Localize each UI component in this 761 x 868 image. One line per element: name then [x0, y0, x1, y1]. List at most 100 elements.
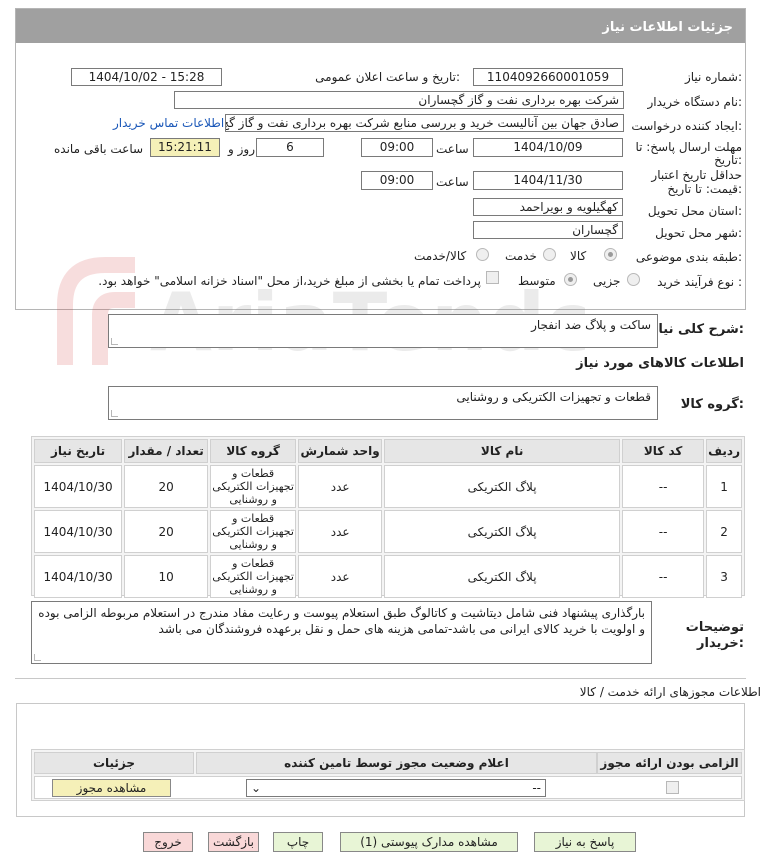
treasury-payment-note: پرداخت تمام یا بخشی از مبلغ خرید،از محل … [98, 274, 481, 288]
days-label: روز و [228, 142, 255, 156]
cell-date: 1404/10/30 [34, 510, 123, 553]
cell-row: 1 [706, 465, 742, 508]
cell-group: قطعات و تجهیزات الکتریکی و روشنایی [210, 465, 297, 508]
city-field: گچساران [473, 221, 623, 239]
category-both-radio[interactable] [476, 248, 489, 261]
cell-qty: 20 [124, 510, 209, 553]
category-service-label: خدمت [505, 249, 537, 263]
cell-name: پلاگ الکتریکی [384, 555, 621, 598]
buyer-org-field: شرکت بهره برداری نفت و گاز گچساران [174, 91, 624, 109]
permits-col-status: اعلام وضعیت مجوز توسط تامین کننده [196, 752, 597, 774]
goods-section-title: اطلاعات کالاهای مورد نیاز [576, 356, 744, 371]
col-code: کد کالا [622, 439, 705, 463]
permits-title: اطلاعات مجوزهای ارائه خدمت / کالا [579, 685, 761, 699]
purchase-small-radio[interactable] [627, 273, 640, 286]
deadline-date-field: 1404/10/09 [473, 138, 623, 157]
print-button[interactable]: چاپ [273, 832, 323, 852]
cell-qty: 20 [124, 465, 209, 508]
cell-row: 3 [706, 555, 742, 598]
validity-time-label: ساعت [436, 175, 469, 189]
city-label: شهر محل تحویل: [655, 226, 742, 240]
items-table: ردیف کد کالا نام کالا واحد شمارش گروه کا… [32, 437, 744, 600]
need-number-label: شماره نیاز: [684, 70, 742, 84]
requester-field: صادق جهان بین آنالیست خرید و بررسی منابع… [225, 114, 624, 132]
buyer-org-label: نام دستگاه خریدار: [647, 95, 743, 109]
announce-field: 1404/10/02 - 15:28 [71, 68, 222, 86]
reply-button[interactable]: پاسخ به نیاز [534, 832, 636, 852]
panel-header: جزئیات اطلاعات نیاز [16, 9, 745, 43]
table-row: 2 -- پلاگ الکتریکی عدد قطعات و تجهیزات ا… [34, 510, 742, 553]
col-group: گروه کالا [210, 439, 297, 463]
table-row: 1 -- پلاگ الکتریکی عدد قطعات و تجهیزات ا… [34, 465, 742, 508]
deadline-time-label: ساعت [436, 142, 469, 156]
category-goods-radio[interactable] [604, 248, 617, 261]
cell-unit: عدد [298, 510, 383, 553]
buyer-notes-label: توضیحات [685, 620, 744, 635]
purchase-medium-label: متوسط [518, 274, 556, 288]
days-remaining-field: 6 [256, 138, 324, 157]
view-permit-button[interactable]: مشاهده مجوز [52, 779, 171, 797]
summary-field: ساکت و پلاگ ضد انفجار [108, 314, 658, 348]
cell-group: قطعات و تجهیزات الکتریکی و روشنایی [210, 555, 297, 598]
col-date: تاریخ نیاز [34, 439, 123, 463]
category-both-label: کالا/خدمت [414, 249, 467, 263]
purchase-medium-radio[interactable] [564, 273, 577, 286]
cell-code: -- [622, 510, 705, 553]
buyer-notes-label-2: خریدار: [697, 636, 744, 651]
col-name: نام کالا [384, 439, 621, 463]
deadline-label-2: تاریخ: [714, 153, 742, 167]
cell-code: -- [622, 465, 705, 508]
goods-group-text: قطعات و تجهیزات الکتریکی و روشنایی [456, 390, 651, 404]
deadline-label: مهلت ارسال پاسخ: تا [635, 140, 742, 154]
validity-label-2: قیمت: تا تاریخ: [667, 182, 742, 196]
cell-group: قطعات و تجهیزات الکتریکی و روشنایی [210, 510, 297, 553]
cell-date: 1404/10/30 [34, 555, 123, 598]
category-service-radio[interactable] [543, 248, 556, 261]
cell-row: 2 [706, 510, 742, 553]
cell-unit: عدد [298, 465, 383, 508]
buyer-notes-field: بارگذاری پیشنهاد فنی شامل دیتاشیت و کاتا… [31, 601, 652, 664]
permits-col-details: جزئیات [34, 752, 194, 774]
summary-label: شرح کلی نیاز: [650, 322, 744, 337]
cell-date: 1404/10/30 [34, 465, 123, 508]
cell-name: پلاگ الکتریکی [384, 465, 621, 508]
cell-unit: عدد [298, 555, 383, 598]
col-qty: تعداد / مقدار [124, 439, 209, 463]
validity-date-field: 1404/11/30 [473, 171, 623, 190]
purchase-type-label: نوع فرآیند خرید : [657, 275, 742, 289]
province-field: کهگیلویه و بویراحمد [473, 198, 623, 216]
back-button[interactable]: بازگشت [208, 832, 259, 852]
attachments-button[interactable]: مشاهده مدارک پیوستی (1) [340, 832, 518, 852]
province-label: استان محل تحویل: [647, 204, 742, 218]
validity-time-field: 09:00 [361, 171, 433, 190]
permit-status-select[interactable]: -- ⌄ [246, 779, 546, 797]
remaining-label: ساعت باقی مانده [54, 142, 144, 156]
need-number-field: 1104092660001059 [473, 68, 623, 86]
contact-info-link[interactable]: اطلاعات تماس خریدار [113, 116, 224, 130]
purchase-small-label: جزیی [593, 274, 621, 288]
permits-table: الزامی بودن ارائه مجوز اعلام وضعیت مجوز … [31, 749, 745, 801]
buyer-notes-text: بارگذاری پیشنهاد فنی شامل دیتاشیت و کاتا… [38, 606, 645, 636]
treasury-payment-checkbox[interactable] [486, 271, 499, 284]
remaining-time-field: 15:21:11 [150, 138, 220, 157]
permit-required-checkbox [666, 781, 679, 794]
goods-group-label: گروه کالا: [680, 397, 744, 412]
items-table-wrapper: ردیف کد کالا نام کالا واحد شمارش گروه کا… [31, 436, 745, 598]
cell-qty: 10 [124, 555, 209, 598]
permits-col-required: الزامی بودن ارائه مجوز [597, 752, 742, 774]
cell-code: -- [622, 555, 705, 598]
items-table-header: ردیف کد کالا نام کالا واحد شمارش گروه کا… [34, 439, 742, 463]
requester-label: ایجاد کننده درخواست: [631, 119, 742, 133]
col-unit: واحد شمارش [298, 439, 383, 463]
cell-name: پلاگ الکتریکی [384, 510, 621, 553]
table-row: 3 -- پلاگ الکتریکی عدد قطعات و تجهیزات ا… [34, 555, 742, 598]
category-goods-label: کالا [570, 249, 587, 263]
summary-text: ساکت و پلاگ ضد انفجار [531, 318, 651, 332]
category-label: طبقه بندی موضوعی: [635, 250, 742, 264]
deadline-time-field: 09:00 [361, 138, 433, 157]
section-divider [15, 678, 746, 679]
goods-group-field: قطعات و تجهیزات الکتریکی و روشنایی [108, 386, 658, 420]
announce-label: تاریخ و ساعت اعلان عمومی: [315, 70, 460, 84]
exit-button[interactable]: خروج [143, 832, 193, 852]
permit-status-value: -- [532, 781, 541, 795]
